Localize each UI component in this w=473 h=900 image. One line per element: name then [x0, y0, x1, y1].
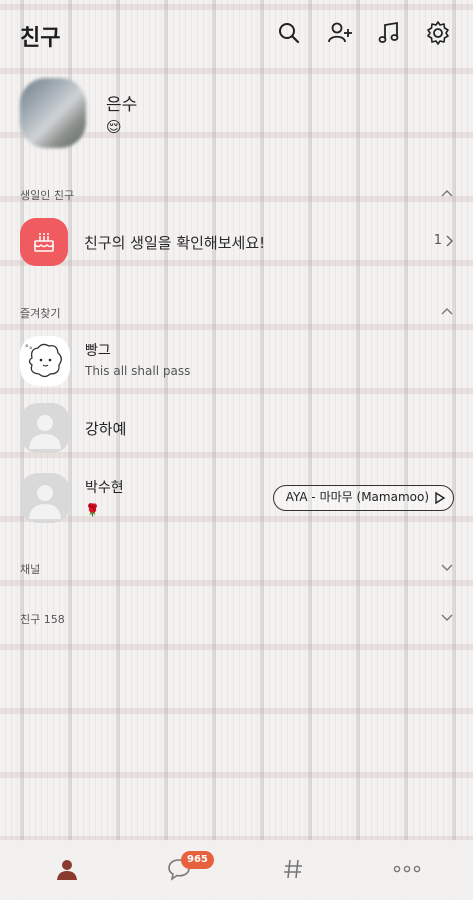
svg-text:°∘: °∘ — [25, 344, 33, 352]
cake-icon — [20, 218, 68, 266]
profile-name: 은수 — [106, 95, 138, 115]
chat-unread-badge: 965 — [181, 851, 214, 869]
more-tab-icon[interactable] — [392, 854, 422, 884]
friend-name: 강하예 — [85, 420, 127, 438]
friends-section-header[interactable]: 친구 158 — [20, 608, 454, 630]
bottom-nav: 965 — [0, 840, 473, 900]
add-friend-icon[interactable] — [327, 20, 353, 46]
birthday-section-header[interactable]: 생일인 친구 — [20, 184, 454, 206]
search-icon[interactable] — [276, 20, 302, 46]
top-bar: 친구 — [0, 0, 473, 70]
birthday-row[interactable]: 친구의 생일을 확인해보세요! 1 — [20, 218, 454, 268]
page-title: 친구 — [20, 26, 61, 51]
default-avatar-icon[interactable] — [20, 473, 70, 523]
rose-icon: 🌹 — [85, 503, 100, 517]
profile-music-button[interactable]: AYA - 마마무 (Mamamoo) — [272, 485, 454, 511]
settings-icon[interactable] — [425, 20, 451, 46]
chevron-up-icon[interactable] — [440, 304, 454, 318]
friend-name: 박수현 — [85, 480, 124, 496]
chevron-down-icon[interactable] — [440, 610, 454, 624]
friend-status-message: This all shall pass — [85, 364, 191, 378]
default-avatar-icon[interactable] — [20, 403, 70, 453]
chevron-right-icon — [446, 235, 453, 247]
favorites-section-header[interactable]: 즐겨찾기 — [20, 302, 454, 324]
friend-row-favorite-3[interactable]: 박수현 🌹 AYA - 마마무 (Mamamoo) — [20, 473, 454, 525]
birthday-count: 1 — [433, 233, 442, 248]
channel-section-header[interactable]: 채널 — [20, 558, 454, 580]
birthday-section-label: 생일인 친구 — [20, 189, 75, 202]
profile-music-title: AYA - 마마무 (Mamamoo) — [285, 490, 429, 504]
friend-avatar[interactable]: °∘ — [20, 336, 70, 386]
friends-section-label: 친구 158 — [20, 613, 65, 626]
birthday-prompt: 친구의 생일을 확인해보세요! — [84, 234, 266, 252]
profile-avatar[interactable] — [20, 78, 86, 148]
my-profile[interactable]: 은수 😌 — [20, 78, 460, 150]
channel-section-label: 채널 — [20, 563, 41, 576]
favorites-section-label: 즐겨찾기 — [20, 307, 61, 320]
chevron-up-icon[interactable] — [440, 186, 454, 200]
hashtag-tab-icon[interactable] — [278, 854, 308, 884]
chevron-down-icon[interactable] — [440, 560, 454, 574]
friends-screen: 친구 은수 😌 생일인 친구 친구의 생일을 확인해보세요! 1 즐겨찾기 °∘… — [0, 0, 473, 900]
friend-name: 빵그 — [85, 343, 111, 359]
profile-status-emoji: 😌 — [106, 118, 122, 136]
friend-row-favorite-2[interactable]: 강하예 — [20, 403, 454, 455]
play-icon — [435, 491, 446, 505]
music-icon[interactable] — [376, 20, 402, 46]
friend-row-favorite-1[interactable]: °∘ 빵그 This all shall pass — [20, 336, 454, 388]
friends-tab-icon[interactable] — [52, 854, 82, 884]
